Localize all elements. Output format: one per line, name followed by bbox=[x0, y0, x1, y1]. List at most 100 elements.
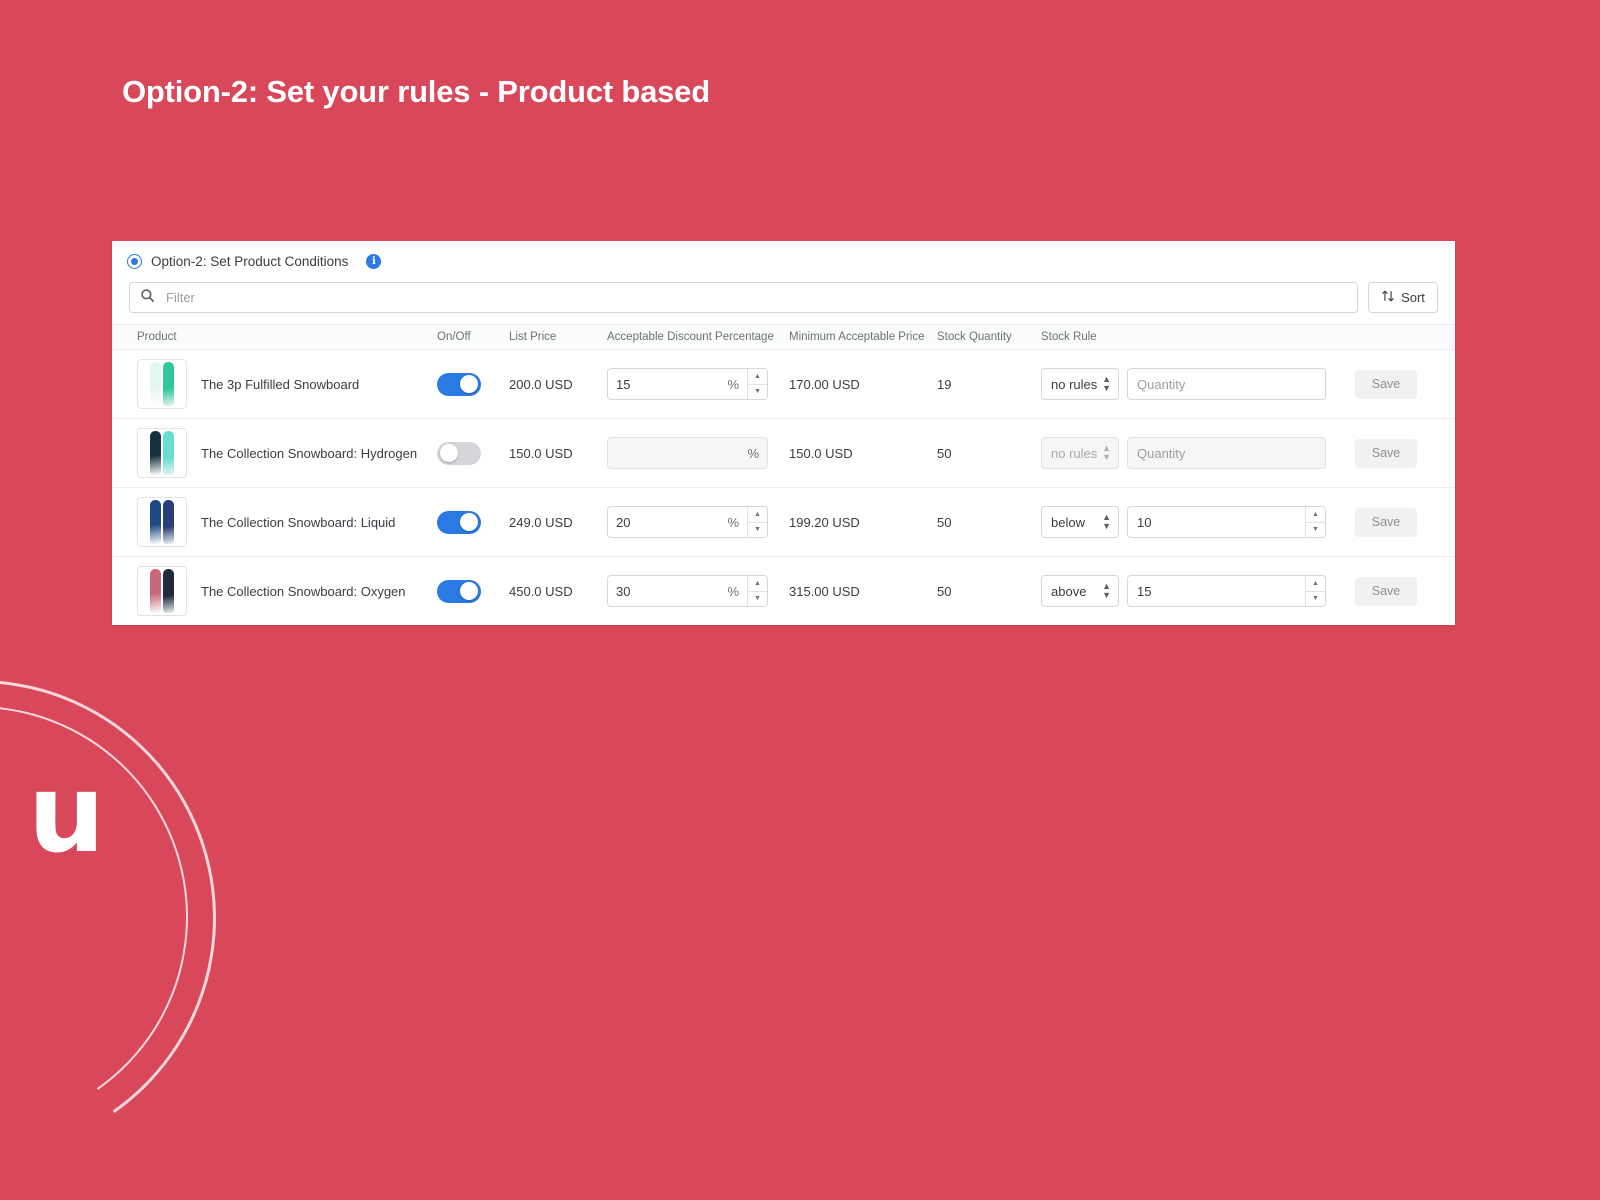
cell-min-price: 170.00 USD bbox=[789, 349, 937, 419]
toggle-knob bbox=[440, 444, 458, 462]
save-button[interactable]: Save bbox=[1355, 507, 1417, 537]
product-thumbnail bbox=[137, 566, 187, 616]
product-thumbnail bbox=[137, 497, 187, 547]
radio-dot bbox=[131, 258, 138, 265]
arc-outer bbox=[0, 642, 254, 1194]
discount-percentage-field[interactable]: % bbox=[607, 437, 768, 469]
cell-onoff bbox=[437, 349, 509, 419]
table-row: The Collection Snowboard: Liquid 249.0 U… bbox=[112, 487, 1455, 557]
stepper-up-button[interactable]: ▲ bbox=[748, 576, 767, 592]
enable-toggle[interactable] bbox=[437, 579, 481, 603]
cell-stock-rule: below ▲▼ ▲ ▼ bbox=[1041, 487, 1341, 557]
sort-arrows-icon bbox=[1381, 289, 1395, 306]
column-header-onoff: On/Off bbox=[437, 324, 509, 350]
product-name: The Collection Snowboard: Hydrogen bbox=[201, 445, 418, 461]
percent-sign: % bbox=[727, 583, 739, 599]
toggle-knob bbox=[460, 582, 478, 600]
cell-stock-quantity: 50 bbox=[937, 487, 1041, 557]
stock-rule-quantity-input[interactable] bbox=[1128, 438, 1325, 468]
stock-rule-quantity-field[interactable] bbox=[1127, 368, 1326, 400]
stepper-up-button[interactable]: ▲ bbox=[1306, 507, 1325, 523]
enable-toggle[interactable] bbox=[437, 372, 481, 396]
discount-percentage-input[interactable] bbox=[608, 438, 748, 468]
cell-list-price: 150.0 USD bbox=[509, 418, 607, 488]
chevron-updown-icon: ▲ ▼ bbox=[1102, 443, 1111, 462]
filter-box[interactable] bbox=[129, 282, 1358, 313]
search-icon bbox=[140, 288, 155, 308]
cell-discount: % ▲ ▼ bbox=[607, 557, 789, 626]
enable-toggle[interactable] bbox=[437, 510, 481, 534]
option-2-radio[interactable] bbox=[127, 254, 142, 269]
stock-rule-quantity-input[interactable] bbox=[1128, 507, 1305, 537]
discount-percentage-field[interactable]: % ▲ ▼ bbox=[607, 575, 768, 607]
stepper-buttons[interactable]: ▲ ▼ bbox=[1305, 507, 1325, 537]
card-header: Option-2: Set Product Conditions i bbox=[112, 241, 1455, 278]
cell-stock-quantity: 50 bbox=[937, 583, 952, 599]
cell-list-price: 200.0 USD bbox=[509, 349, 607, 419]
sort-button[interactable]: Sort bbox=[1368, 282, 1438, 313]
sort-button-label: Sort bbox=[1401, 290, 1425, 305]
save-button[interactable]: Save bbox=[1355, 369, 1417, 399]
info-icon[interactable]: i bbox=[366, 254, 382, 269]
toggle-knob bbox=[460, 375, 478, 393]
product-thumbnail bbox=[137, 428, 187, 478]
stock-rule-select[interactable]: below ▲ ▼ bbox=[1041, 506, 1119, 538]
chevron-updown-icon: ▲ ▼ bbox=[1102, 512, 1111, 531]
cell-stock-rule: above ▲▼ ▲ ▼ bbox=[1041, 557, 1341, 626]
discount-percentage-input[interactable] bbox=[608, 369, 728, 399]
column-header-discount: Acceptable Discount Percentage bbox=[607, 324, 789, 350]
cell-list-price: 450.0 USD bbox=[509, 583, 573, 599]
stepper-buttons[interactable]: ▲ ▼ bbox=[747, 507, 767, 537]
save-button[interactable]: Save bbox=[1355, 438, 1417, 468]
cell-stock-quantity: 19 bbox=[937, 349, 1041, 419]
stock-rule-quantity-field[interactable]: ▲ ▼ bbox=[1127, 506, 1326, 538]
cell-discount: % ▲ ▼ bbox=[607, 349, 789, 419]
cell-action: Save bbox=[1341, 487, 1455, 557]
brand-logo: u bbox=[28, 751, 105, 877]
column-header-product: Product bbox=[112, 324, 437, 350]
stepper-buttons[interactable]: ▲ ▼ bbox=[747, 576, 767, 606]
cell-min-price: 315.00 USD bbox=[789, 583, 860, 599]
stepper-up-button[interactable]: ▲ bbox=[1306, 576, 1325, 592]
table-row: The Collection Snowboard: Oxygen 450.0 U… bbox=[112, 557, 1455, 626]
stock-rule-quantity-field[interactable]: ▲ ▼ bbox=[1127, 575, 1326, 607]
stepper-down-button[interactable]: ▼ bbox=[1306, 591, 1325, 606]
enable-toggle[interactable] bbox=[437, 441, 481, 465]
table-header: Product On/Off List Price Acceptable Dis… bbox=[112, 324, 1455, 350]
cell-action: Save bbox=[1341, 418, 1455, 488]
chevron-updown-icon: ▲ ▼ bbox=[1102, 374, 1111, 393]
cell-onoff bbox=[437, 557, 509, 626]
stock-rule-quantity-input[interactable] bbox=[1128, 369, 1325, 399]
table-row: The 3p Fulfilled Snowboard 200.0 USD % ▲… bbox=[112, 349, 1455, 419]
percent-sign: % bbox=[727, 514, 739, 530]
save-button[interactable]: Save bbox=[1355, 576, 1417, 606]
cell-stock-rule: no rules ▲ ▼ bbox=[1041, 349, 1341, 419]
stepper-down-button[interactable]: ▼ bbox=[748, 522, 767, 537]
stepper-down-button[interactable]: ▼ bbox=[748, 384, 767, 399]
stock-rule-quantity-field[interactable] bbox=[1127, 437, 1326, 469]
page-title: Option-2: Set your rules - Product based bbox=[122, 74, 710, 109]
cell-product: The Collection Snowboard: Hydrogen bbox=[112, 418, 437, 488]
cell-list-price: 249.0 USD bbox=[509, 487, 607, 557]
stepper-down-button[interactable]: ▼ bbox=[1306, 522, 1325, 537]
discount-percentage-field[interactable]: % ▲ ▼ bbox=[607, 506, 768, 538]
table-body: The 3p Fulfilled Snowboard 200.0 USD % ▲… bbox=[112, 349, 1455, 626]
discount-percentage-input[interactable] bbox=[608, 507, 728, 537]
search-input[interactable] bbox=[164, 289, 1347, 306]
stock-rule-select[interactable]: above ▲ ▼ bbox=[1041, 575, 1119, 607]
discount-percentage-input[interactable] bbox=[608, 576, 728, 606]
cell-product: The 3p Fulfilled Snowboard bbox=[112, 349, 437, 419]
product-name: The 3p Fulfilled Snowboard bbox=[201, 376, 360, 392]
stock-rule-quantity-input[interactable] bbox=[1128, 576, 1305, 606]
stepper-up-button[interactable]: ▲ bbox=[748, 369, 767, 385]
stepper-buttons[interactable]: ▲ ▼ bbox=[1305, 576, 1325, 606]
stepper-buttons[interactable]: ▲ ▼ bbox=[747, 369, 767, 399]
stepper-down-button[interactable]: ▼ bbox=[748, 591, 767, 606]
discount-percentage-field[interactable]: % ▲ ▼ bbox=[607, 368, 768, 400]
stock-rule-select[interactable]: no rules ▲ ▼ bbox=[1041, 368, 1119, 400]
cell-action: Save bbox=[1341, 349, 1455, 419]
product-name: The Collection Snowboard: Liquid bbox=[201, 514, 396, 530]
cell-min-price: 150.0 USD bbox=[789, 418, 937, 488]
stock-rule-select[interactable]: no rules ▲ ▼ bbox=[1041, 437, 1119, 469]
stepper-up-button[interactable]: ▲ bbox=[748, 507, 767, 523]
